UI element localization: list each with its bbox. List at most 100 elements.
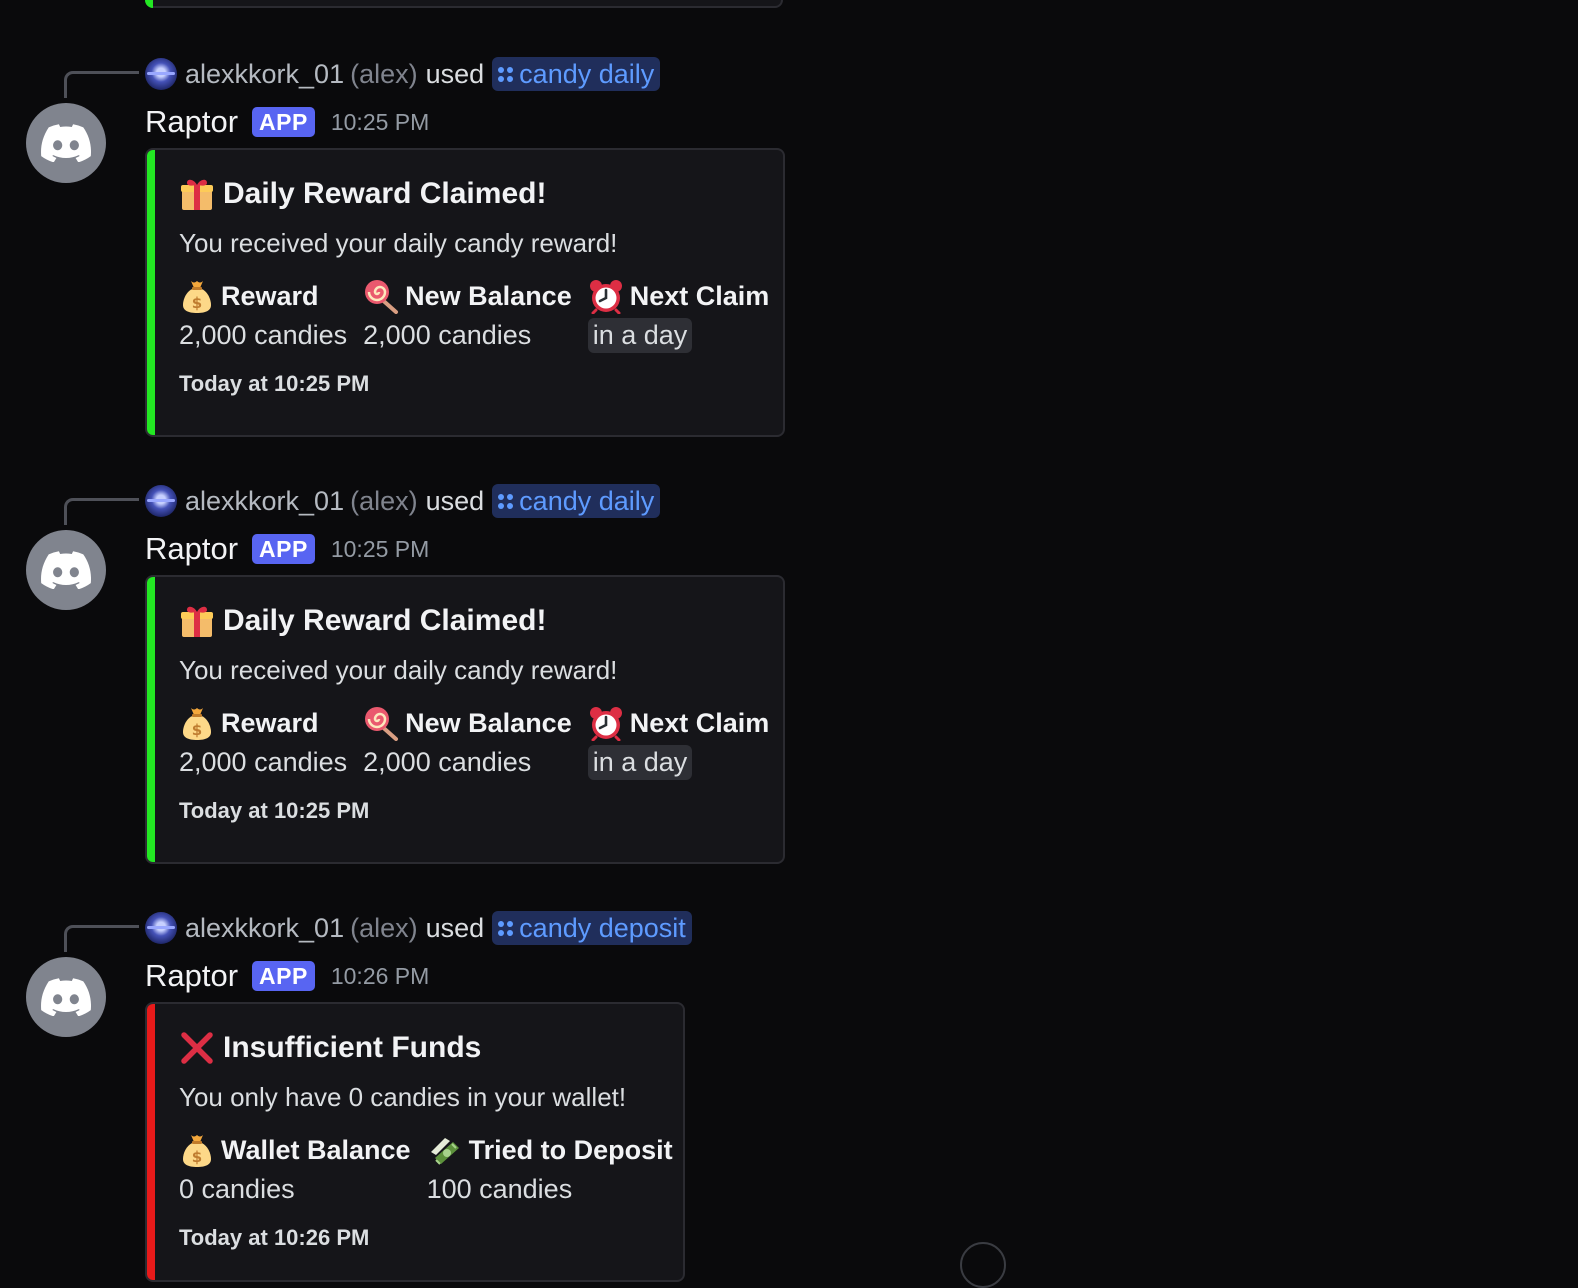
field-value: 2,000 candies — [179, 746, 348, 777]
alarm-clock-icon — [588, 278, 624, 314]
embed-footer-timestamp: Today at 10:26 PM — [179, 1225, 370, 1250]
bot-avatar[interactable] — [26, 957, 106, 1037]
embed-field: Tried to Deposit 100 candies — [427, 1131, 673, 1207]
message-timestamp[interactable]: 10:26 PM — [331, 963, 429, 990]
app-command-icon — [498, 920, 514, 936]
embed-fields: Reward 2,000 candies New Balance 2,000 c… — [179, 277, 769, 353]
command-name: candy daily — [519, 485, 655, 516]
reference-username[interactable]: alexkkork_01 — [185, 913, 344, 944]
reference-username[interactable]: alexkkork_01 — [185, 486, 344, 517]
app-badge: APP — [252, 534, 315, 564]
embed-field: Wallet Balance 0 candies — [179, 1131, 411, 1207]
embed-title-text: Daily Reward Claimed! — [223, 177, 547, 210]
embed-field: Reward 2,000 candies — [179, 704, 347, 780]
reference-nickname: (alex) — [350, 912, 418, 943]
embed: Daily Reward Claimed! You received your … — [145, 148, 785, 437]
author-name[interactable]: Raptor — [145, 531, 238, 567]
embed-color-bar — [147, 150, 155, 435]
embed-description: You only have 0 candies in your wallet! — [179, 1082, 627, 1112]
gift-icon — [179, 603, 215, 639]
discord-logo-icon — [41, 978, 91, 1016]
slash-command-chip[interactable]: candy daily — [492, 484, 661, 518]
embed-field: New Balance 2,000 candies — [363, 277, 572, 353]
field-name: New Balance — [405, 707, 572, 738]
message-header: Raptor APP 10:25 PM — [145, 102, 429, 142]
app-badge: APP — [252, 961, 315, 991]
field-value: 2,000 candies — [363, 319, 532, 350]
reply-connector — [64, 498, 139, 525]
lollipop-icon — [363, 278, 399, 314]
field-name: Reward — [221, 707, 319, 738]
command-name: candy deposit — [519, 912, 686, 943]
field-value: 0 candies — [179, 1173, 295, 1204]
embed-footer-timestamp: Today at 10:25 PM — [179, 371, 370, 396]
reference-used-text: used — [425, 58, 485, 89]
scroll-indicator-icon[interactable] — [960, 1242, 1006, 1288]
embed-color-bar — [147, 577, 155, 862]
reference-used-text: used — [425, 485, 485, 516]
cross-mark-icon — [179, 1030, 215, 1066]
embed: Daily Reward Claimed! You received your … — [145, 575, 785, 864]
app-command-icon — [498, 66, 514, 82]
reference-used-text: used — [425, 912, 485, 943]
alarm-clock-icon — [588, 705, 624, 741]
reference-nickname: (alex) — [350, 58, 418, 89]
field-name: Tried to Deposit — [468, 1134, 673, 1165]
embed: Insufficient Funds You only have 0 candi… — [145, 1002, 685, 1282]
embed-fields: Reward 2,000 candies New Balance 2,000 c… — [179, 704, 769, 780]
user-avatar-small[interactable] — [145, 58, 177, 90]
discord-logo-icon — [41, 124, 91, 162]
embed-fields: Wallet Balance 0 candies Tried to Deposi… — [179, 1131, 673, 1207]
embed-footer-timestamp: Today at 10:25 PM — [179, 798, 370, 823]
reply-connector — [64, 925, 139, 952]
message-timestamp[interactable]: 10:25 PM — [331, 109, 429, 136]
money-with-wings-icon — [427, 1132, 463, 1168]
embed-title-text: Insufficient Funds — [223, 1031, 482, 1064]
bot-avatar[interactable] — [26, 103, 106, 183]
author-name[interactable]: Raptor — [145, 958, 238, 994]
app-badge: APP — [252, 107, 315, 137]
reference-username[interactable]: alexkkork_01 — [185, 59, 344, 90]
interaction-reference[interactable]: alexkkork_01 (alex) used candy daily — [145, 56, 661, 92]
user-avatar-small[interactable] — [145, 912, 177, 944]
command-name: candy daily — [519, 58, 655, 89]
embed-field: Reward 2,000 candies — [179, 277, 347, 353]
embed-field: Next Claim in a day — [587, 277, 770, 353]
embed-field: New Balance 2,000 candies — [363, 704, 572, 780]
reference-nickname: (alex) — [350, 485, 418, 516]
slash-command-chip[interactable]: candy deposit — [492, 911, 692, 945]
message-header: Raptor APP 10:26 PM — [145, 956, 429, 996]
reply-connector — [64, 71, 139, 98]
embed-description: You received your daily candy reward! — [179, 228, 618, 258]
lollipop-icon — [363, 705, 399, 741]
user-avatar-small[interactable] — [145, 485, 177, 517]
money-bag-icon — [179, 705, 215, 741]
previous-embed-edge — [145, 0, 783, 8]
app-command-icon — [498, 493, 514, 509]
interaction-reference[interactable]: alexkkork_01 (alex) used candy deposit — [145, 910, 692, 946]
message-timestamp[interactable]: 10:25 PM — [331, 536, 429, 563]
embed-title: Insufficient Funds — [179, 1028, 665, 1068]
field-name: New Balance — [405, 280, 572, 311]
money-bag-icon — [179, 278, 215, 314]
field-value: 100 candies — [426, 1173, 573, 1204]
embed-description: You received your daily candy reward! — [179, 655, 618, 685]
interaction-reference[interactable]: alexkkork_01 (alex) used candy daily — [145, 483, 661, 519]
embed-title: Daily Reward Claimed! — [179, 601, 765, 641]
field-name: Reward — [221, 280, 319, 311]
message-header: Raptor APP 10:25 PM — [145, 529, 429, 569]
embed-title-text: Daily Reward Claimed! — [223, 604, 547, 637]
author-name[interactable]: Raptor — [145, 104, 238, 140]
field-value: 2,000 candies — [363, 746, 532, 777]
field-value-timestamp[interactable]: in a day — [587, 744, 770, 780]
slash-command-chip[interactable]: candy daily — [492, 57, 661, 91]
relative-time[interactable]: in a day — [587, 744, 693, 780]
money-bag-icon — [179, 1132, 215, 1168]
field-value-timestamp[interactable]: in a day — [587, 317, 770, 353]
relative-time[interactable]: in a day — [587, 317, 693, 353]
field-name: Next Claim — [629, 707, 770, 738]
field-name: Next Claim — [629, 280, 770, 311]
discord-logo-icon — [41, 551, 91, 589]
embed-field: Next Claim in a day — [587, 704, 770, 780]
bot-avatar[interactable] — [26, 530, 106, 610]
